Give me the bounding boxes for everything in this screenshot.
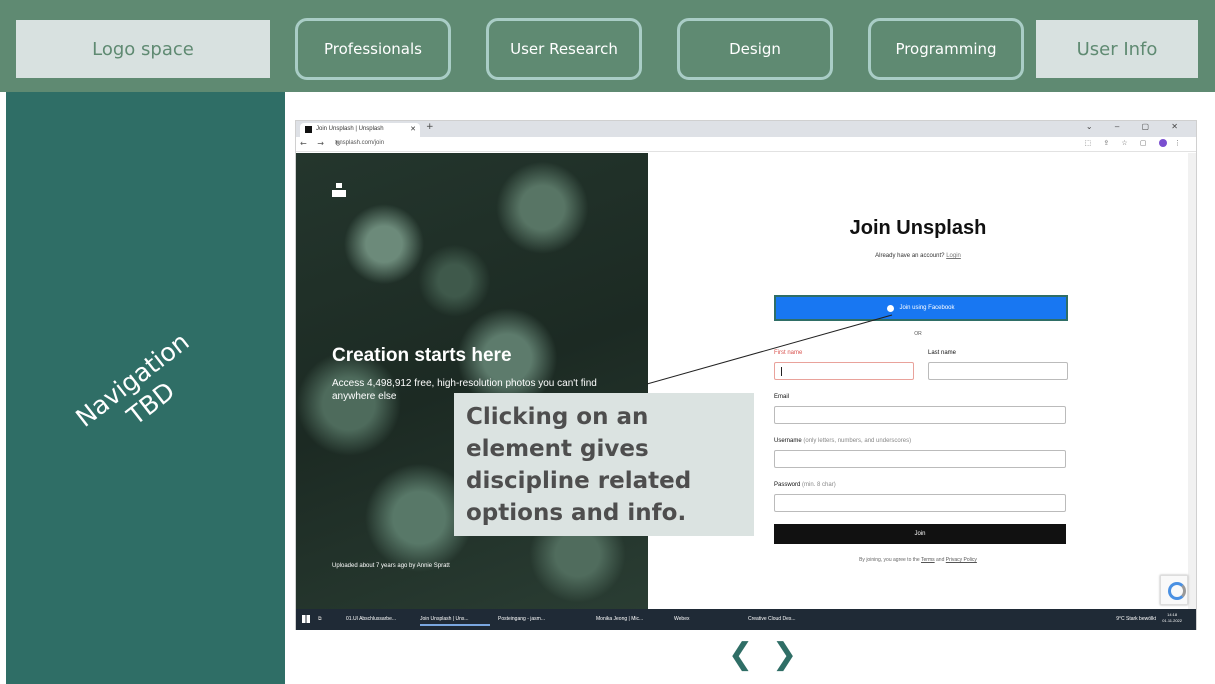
user-info-label: User Info bbox=[1076, 38, 1158, 60]
taskbar-item[interactable]: Monika Jeong | Mic... bbox=[596, 613, 668, 626]
join-button-label: Join bbox=[914, 531, 926, 537]
terms-prefix: By joining, you agree to the bbox=[859, 557, 920, 563]
nav-button-label: Professionals bbox=[324, 40, 422, 58]
email-label: Email bbox=[774, 394, 790, 400]
privacy-policy-link[interactable]: Privacy Policy bbox=[946, 557, 977, 563]
unsplash-logo-icon[interactable] bbox=[332, 183, 346, 197]
taskbar-item[interactable]: Webex bbox=[674, 613, 724, 626]
terms-and: and bbox=[936, 557, 945, 563]
browser-screenshot: Join Unsplash | Unsplash ✕ + ⌄ – ▢ ✕ ← →… bbox=[295, 120, 1197, 630]
form-subtitle: Already have an account? Login bbox=[648, 253, 1188, 259]
unsplash-favicon-icon bbox=[305, 126, 312, 133]
nav-button-label: User Research bbox=[510, 40, 618, 58]
taskbar-clock[interactable]: 14:18 01.11.2022 bbox=[1162, 612, 1182, 624]
facebook-icon bbox=[887, 304, 895, 312]
first-name-field[interactable] bbox=[774, 362, 914, 380]
browser-tab[interactable]: Join Unsplash | Unsplash ✕ bbox=[300, 123, 420, 137]
annotation-callout: Clicking on an element gives discipline … bbox=[454, 393, 754, 536]
task-view-icon[interactable]: ⧉ bbox=[318, 613, 332, 626]
annotation-text: Clicking on an element gives discipline … bbox=[466, 404, 692, 526]
clock-date: 01.11.2022 bbox=[1162, 618, 1182, 623]
photo-credit[interactable]: Uploaded about 7 years ago by Annie Spra… bbox=[332, 563, 450, 569]
taskbar-item[interactable]: Posteingang - jasm... bbox=[498, 613, 566, 626]
nav-button-label: Programming bbox=[895, 40, 997, 58]
address-url[interactable]: unsplash.com/join bbox=[336, 140, 384, 146]
address-bar: ← → ↻ unsplash.com/join ⬚ ⇪ ☆ ▢ ⋮ bbox=[296, 137, 1196, 152]
hero-title: Creation starts here bbox=[332, 345, 512, 366]
new-tab-icon[interactable]: + bbox=[426, 122, 434, 132]
weather-status[interactable]: 9°C Stark bewölkt bbox=[1116, 613, 1156, 626]
terms-link[interactable]: Terms bbox=[921, 557, 935, 563]
browser-tab-title: Join Unsplash | Unsplash bbox=[316, 126, 384, 132]
hero-photo: Creation starts here Access 4,498,912 fr… bbox=[296, 153, 648, 609]
username-label: Username (only letters, numbers, and und… bbox=[774, 438, 911, 444]
text-caret bbox=[781, 367, 782, 376]
or-divider: OR bbox=[914, 331, 922, 337]
facebook-join-label: Join using Facebook bbox=[899, 305, 955, 311]
last-name-field[interactable] bbox=[928, 362, 1068, 380]
form-title: Join Unsplash bbox=[849, 217, 987, 239]
password-label-text: Password bbox=[774, 482, 801, 488]
side-navigation-label: Navigation TBD bbox=[70, 326, 195, 433]
password-label: Password (min. 8 char) bbox=[774, 482, 836, 488]
taskbar-item[interactable]: Creative Cloud Des... bbox=[748, 613, 820, 626]
username-label-text: Username bbox=[774, 438, 802, 444]
taskbar-item[interactable]: 01.UI Abschlussarbe... bbox=[346, 613, 412, 626]
nav-button-design[interactable]: Design bbox=[677, 18, 833, 80]
nav-button-programming[interactable]: Programming bbox=[868, 18, 1024, 80]
browser-toolbar-icons[interactable]: ⬚ ⇪ ☆ ▢ ⋮ bbox=[1084, 139, 1186, 147]
windows-start-icon[interactable] bbox=[302, 615, 310, 623]
side-navigation: Navigation TBD bbox=[6, 92, 285, 684]
logo-space: Logo space bbox=[16, 20, 270, 78]
wireframe-page: Logo space Professionals User Research D… bbox=[0, 0, 1215, 684]
password-field[interactable] bbox=[774, 494, 1066, 512]
join-form: Join Unsplash Already have an account? L… bbox=[648, 153, 1188, 609]
join-button[interactable]: Join bbox=[774, 524, 1066, 544]
login-prompt: Already have an account? bbox=[875, 253, 945, 259]
window-controls-icon[interactable]: ⌄ – ▢ ✕ bbox=[1086, 122, 1188, 131]
username-hint: (only letters, numbers, and underscores) bbox=[803, 438, 912, 444]
logo-space-label: Logo space bbox=[92, 38, 194, 60]
user-info-button[interactable]: User Info bbox=[1036, 20, 1198, 78]
first-name-label: First name bbox=[774, 350, 803, 356]
email-field[interactable] bbox=[774, 406, 1066, 424]
recaptcha-icon[interactable] bbox=[1160, 575, 1188, 605]
top-bar: Logo space Professionals User Research D… bbox=[0, 0, 1215, 92]
terms-notice: By joining, you agree to the Terms and P… bbox=[648, 557, 1188, 563]
nav-button-professionals[interactable]: Professionals bbox=[295, 18, 451, 80]
nav-button-user-research[interactable]: User Research bbox=[486, 18, 642, 80]
password-hint: (min. 8 char) bbox=[802, 482, 836, 488]
previous-page-icon[interactable]: ❮ bbox=[728, 638, 753, 672]
close-icon[interactable]: ✕ bbox=[410, 125, 416, 133]
facebook-join-button[interactable]: Join using Facebook bbox=[774, 295, 1068, 321]
taskbar-item[interactable]: Join Unsplash | Uns... bbox=[420, 613, 490, 626]
profile-avatar-icon[interactable] bbox=[1158, 139, 1167, 147]
username-field[interactable] bbox=[774, 450, 1066, 468]
page-scrollbar[interactable] bbox=[1188, 153, 1196, 609]
windows-taskbar: ⧉ 01.UI Abschlussarbe... Join Unsplash |… bbox=[296, 609, 1196, 630]
last-name-label: Last name bbox=[928, 350, 957, 356]
next-page-icon[interactable]: ❯ bbox=[772, 638, 797, 672]
browser-tab-strip: Join Unsplash | Unsplash ✕ + ⌄ – ▢ ✕ bbox=[296, 121, 1196, 137]
nav-button-label: Design bbox=[729, 40, 781, 58]
login-link[interactable]: Login bbox=[946, 253, 961, 259]
